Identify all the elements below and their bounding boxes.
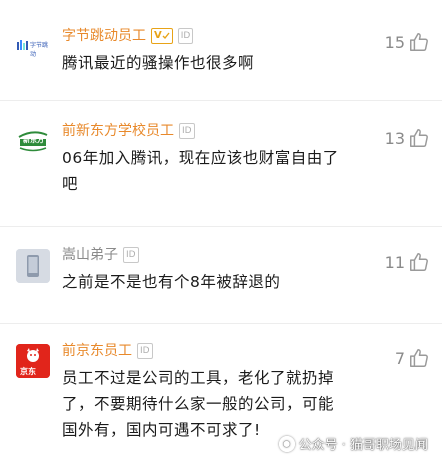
thumbs-up-icon: [410, 33, 428, 51]
comment-author[interactable]: 字节跳动员工: [62, 25, 146, 47]
comment-text-line: 06年加入腾讯，现在应该也财富自由了: [62, 149, 339, 167]
verified-check-icon: [162, 32, 170, 40]
like-button[interactable]: 13: [385, 125, 430, 151]
id-badge: ID: [137, 343, 153, 359]
avatar[interactable]: [16, 249, 50, 283]
id-badge: ID: [177, 28, 194, 44]
comment-text: 腾讯最近的骚操作也很多啊: [62, 54, 255, 72]
comment-text-line: 员工不过是公司的工具，老化了就扔掉: [62, 369, 335, 387]
comment-item: 嵩山弟子 ID 之前是不是也有个8年被辞退的 11: [0, 227, 442, 323]
like-count: 15: [384, 32, 405, 52]
comment-text: 之前是不是也有个8年被辞退的: [62, 273, 281, 291]
like-button[interactable]: 15: [385, 29, 430, 55]
id-badge: ID: [123, 247, 139, 263]
avatar[interactable]: 新东方: [16, 123, 50, 157]
like-button[interactable]: 7: [395, 345, 430, 371]
comment-item: 新东方 前新东方学校员工 ID 06年加入腾讯，现在应该也财富自由了 吧 13: [0, 101, 442, 226]
avatar-label: 字节跳动: [30, 42, 49, 58]
id-badge: ID: [179, 123, 195, 139]
thumbs-up-icon: [410, 129, 428, 147]
avatar[interactable]: 京东: [16, 344, 50, 378]
like-count: 11: [384, 252, 405, 272]
like-count: 13: [384, 128, 405, 148]
verified-badge: V: [151, 28, 173, 44]
avatar-label: 京东: [20, 367, 36, 376]
comment-text: 员工不过是公司的工具，老化了就扔掉 了，不要期待什么家一般的公司，可能 国外有，…: [62, 365, 374, 443]
avatar[interactable]: 字节跳动: [16, 28, 50, 62]
like-button[interactable]: 11: [385, 249, 430, 275]
phone-avatar-icon: [16, 249, 50, 283]
like-count: 7: [394, 348, 405, 368]
watermark-text: 公众号 · 猫哥职场见闻: [298, 438, 428, 453]
comment-author[interactable]: 嵩山弟子: [62, 244, 118, 266]
wechat-official-account-icon: ●: [278, 435, 295, 452]
comment-author[interactable]: 前京东员工: [62, 340, 132, 362]
thumbs-up-icon: [410, 253, 428, 271]
comment-author[interactable]: 前新东方学校员工: [62, 120, 174, 142]
comment-item: 字节跳动 字节跳动员工 V ID 腾讯最近的骚操作也很多啊 15: [0, 0, 442, 100]
comment-text: 06年加入腾讯，现在应该也财富自由了 吧: [62, 145, 372, 197]
comment-text-line: 吧: [62, 175, 79, 193]
comment-text-line: 了，不要期待什么家一般的公司，可能: [62, 395, 335, 413]
watermark: ● 公众号 · 猫哥职场见闻: [278, 434, 428, 453]
thumbs-up-icon: [410, 349, 428, 367]
avatar-label: 新东方: [23, 136, 44, 144]
